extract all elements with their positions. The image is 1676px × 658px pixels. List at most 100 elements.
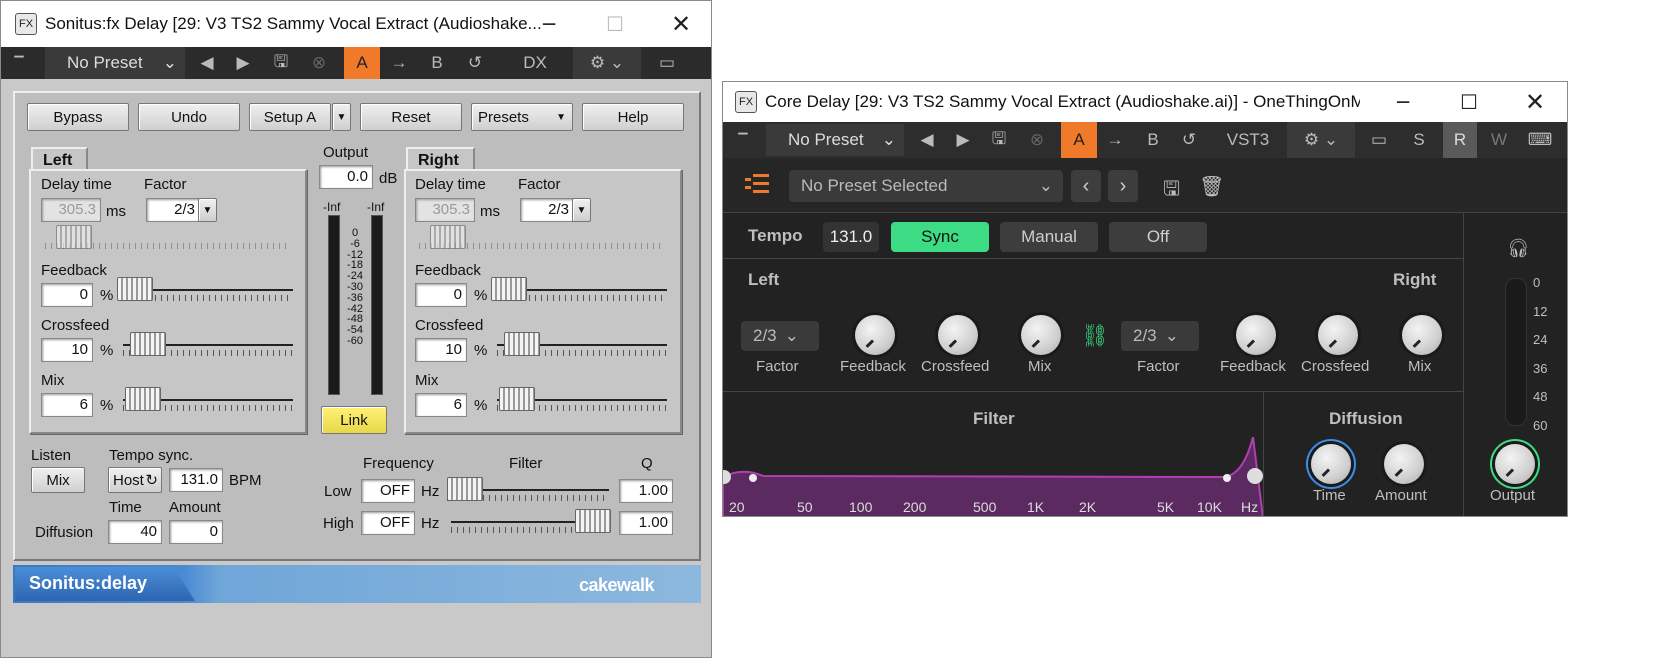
undo-icon[interactable]: ↺ [1177, 122, 1201, 158]
low-node[interactable] [749, 474, 757, 482]
gear-icon[interactable]: ⚙ ⌄ [1287, 122, 1355, 158]
save-icon[interactable]: 🖫 [987, 122, 1011, 158]
bpm-field[interactable]: 131.0 [169, 468, 223, 492]
output-field[interactable]: 0.0 [319, 165, 373, 189]
left-factor-dropdown[interactable]: 2/3 ⌄ [741, 321, 819, 351]
setup-dropdown-icon[interactable]: ▼ [332, 103, 351, 131]
diff-amount-field[interactable]: 0 [169, 520, 223, 544]
right-feedback-field[interactable]: 0 [415, 283, 467, 307]
right-feedback-knob[interactable] [1236, 315, 1276, 355]
high-q-field[interactable]: 1.00 [619, 511, 673, 535]
undo-icon[interactable]: ↺ [463, 47, 487, 79]
s-button[interactable]: S [1407, 122, 1431, 158]
minimize-button[interactable]: ─ [519, 1, 579, 47]
low-freq-field[interactable]: OFF [361, 479, 415, 503]
undo-button[interactable]: Undo [138, 103, 240, 131]
high-freq-field[interactable]: OFF [361, 511, 415, 535]
diff-time-field[interactable]: 40 [108, 520, 162, 544]
save-icon[interactable]: 🖫 [269, 47, 293, 79]
layout-icon[interactable]: ▭ [1365, 122, 1393, 158]
minimize-button[interactable]: ─ [1373, 82, 1433, 122]
right-factor-dropdown-icon[interactable]: ▼ [572, 198, 591, 222]
right-delay-field[interactable]: 305.3 [415, 198, 475, 222]
left-feedback-field[interactable]: 0 [41, 283, 93, 307]
output-knob[interactable] [1495, 444, 1535, 484]
right-mix-knob[interactable] [1402, 315, 1442, 355]
left-mix-field[interactable]: 6 [41, 393, 93, 417]
preset-dropdown[interactable]: No Preset ⌄ [766, 124, 904, 156]
presets-button[interactable]: Presets ▼ [471, 103, 573, 131]
left-factor-dropdown-icon[interactable]: ▼ [198, 198, 217, 222]
headphones-icon[interactable]: 🎧︎ [1507, 238, 1530, 259]
r-button[interactable]: R [1443, 122, 1477, 158]
right-crossfeed-knob[interactable] [1318, 315, 1358, 355]
prev-icon[interactable]: ‹ [1071, 170, 1101, 202]
left-feedback-knob[interactable] [855, 315, 895, 355]
tempo-mode-button[interactable]: Host ↻ [108, 467, 162, 493]
copy-arrow-icon[interactable]: → [387, 47, 411, 79]
left-mix-knob[interactable] [1021, 315, 1061, 355]
low-q-field[interactable]: 1.00 [619, 479, 673, 503]
ab-b-button[interactable]: B [425, 47, 449, 79]
sync-button[interactable]: Sync [891, 222, 989, 252]
menu-icon[interactable] [745, 174, 771, 196]
w-button[interactable]: W [1487, 122, 1511, 158]
next-icon[interactable]: › [1108, 170, 1138, 202]
preset-selector[interactable]: No Preset Selected ⌄ [789, 170, 1063, 202]
gear-icon[interactable]: ⚙ ⌄ [573, 47, 641, 79]
ab-a-button[interactable]: A [344, 47, 380, 79]
high-cut-handle[interactable] [1247, 468, 1263, 484]
high-filter-slider[interactable] [575, 509, 611, 533]
trash-icon[interactable]: 🗑 [1199, 174, 1224, 199]
tempo-value[interactable]: 131.0 [823, 222, 879, 252]
high-node[interactable] [1223, 474, 1231, 482]
diffusion-time-knob[interactable] [1311, 444, 1351, 484]
diffusion-amount-knob[interactable] [1384, 444, 1424, 484]
layout-icon[interactable]: ▭ [653, 47, 681, 79]
delete-icon[interactable]: ⊗ [1025, 122, 1049, 158]
save-icon[interactable]: 🖫 [1163, 174, 1180, 208]
ab-a-button[interactable]: A [1061, 122, 1097, 158]
pin-icon[interactable]: ▔ [731, 122, 755, 158]
link-icon[interactable]: ⛓ [1081, 323, 1109, 349]
left-factor-field[interactable]: 2/3 [146, 198, 200, 222]
right-feedback-slider[interactable] [491, 277, 527, 301]
delete-icon[interactable]: ⊗ [307, 47, 331, 79]
preset-dropdown[interactable]: No Preset ⌄ [45, 47, 185, 79]
prev-preset-icon[interactable]: ◀ [195, 47, 219, 79]
prev-preset-icon[interactable]: ◀ [915, 122, 939, 158]
right-factor-field[interactable]: 2/3 [520, 198, 574, 222]
manual-button[interactable]: Manual [1000, 222, 1098, 252]
right-delay-slider[interactable] [430, 225, 466, 249]
right-mix-slider[interactable] [499, 387, 535, 411]
left-crossfeed-slider[interactable] [130, 332, 166, 356]
maximize-button[interactable]: ☐ [585, 1, 645, 47]
right-crossfeed-slider[interactable] [504, 332, 540, 356]
maximize-button[interactable]: ☐ [1439, 82, 1499, 122]
right-crossfeed-field[interactable]: 10 [415, 338, 467, 362]
right-mix-field[interactable]: 6 [415, 393, 467, 417]
left-delay-field[interactable]: 305.3 [41, 198, 101, 222]
link-button[interactable]: Link [321, 406, 387, 434]
left-mix-slider[interactable] [125, 387, 161, 411]
left-crossfeed-field[interactable]: 10 [41, 338, 93, 362]
help-button[interactable]: Help [582, 103, 684, 131]
keyboard-icon[interactable]: ⌨ [1525, 122, 1555, 158]
close-button[interactable]: ✕ [651, 1, 711, 47]
setup-button[interactable]: Setup A [249, 103, 331, 131]
copy-arrow-icon[interactable]: → [1103, 122, 1127, 158]
close-button[interactable]: ✕ [1505, 82, 1565, 122]
next-preset-icon[interactable]: ▶ [231, 47, 255, 79]
left-delay-slider[interactable] [56, 225, 92, 249]
ab-b-button[interactable]: B [1141, 122, 1165, 158]
reset-button[interactable]: Reset [360, 103, 462, 131]
bypass-button[interactable]: Bypass [27, 103, 129, 131]
left-crossfeed-knob[interactable] [938, 315, 978, 355]
right-factor-dropdown[interactable]: 2/3 ⌄ [1121, 321, 1199, 351]
left-feedback-slider[interactable] [117, 277, 153, 301]
off-button[interactable]: Off [1109, 222, 1207, 252]
pin-icon[interactable]: ▔ [7, 47, 31, 79]
listen-mix-button[interactable]: Mix [31, 467, 85, 493]
low-filter-slider[interactable] [447, 477, 483, 501]
next-preset-icon[interactable]: ▶ [951, 122, 975, 158]
